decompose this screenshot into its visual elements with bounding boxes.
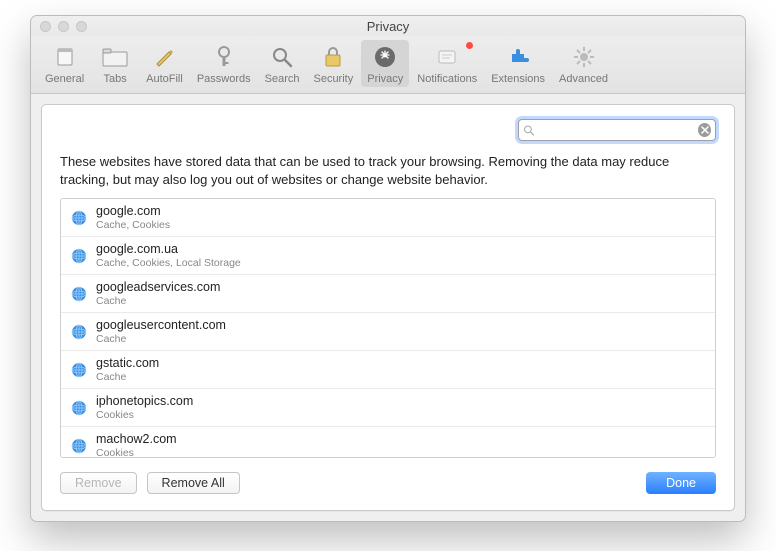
search-row bbox=[60, 119, 716, 141]
button-row: Remove Remove All Done bbox=[60, 472, 716, 494]
extensions-icon bbox=[504, 43, 532, 71]
notification-badge bbox=[466, 42, 473, 49]
general-icon bbox=[51, 43, 79, 71]
globe-icon bbox=[71, 438, 87, 454]
site-row[interactable]: google.com.ua Cache, Cookies, Local Stor… bbox=[61, 237, 715, 275]
site-row[interactable]: googleadservices.com Cache bbox=[61, 275, 715, 313]
tab-label: Notifications bbox=[417, 73, 477, 85]
site-detail: Cache, Cookies, Local Storage bbox=[96, 257, 241, 269]
site-search-field[interactable] bbox=[518, 119, 716, 141]
tab-label: Extensions bbox=[491, 73, 545, 85]
search-icon bbox=[523, 124, 535, 137]
clear-search-button[interactable] bbox=[698, 123, 711, 137]
clear-icon bbox=[701, 126, 709, 134]
remove-button[interactable]: Remove bbox=[60, 472, 137, 494]
site-detail: Cache bbox=[96, 295, 220, 307]
tab-security[interactable]: Security bbox=[307, 40, 359, 87]
tab-tabs[interactable]: Tabs bbox=[92, 40, 138, 87]
tab-label: General bbox=[45, 73, 84, 85]
done-button[interactable]: Done bbox=[646, 472, 716, 494]
tab-advanced[interactable]: Advanced bbox=[553, 40, 614, 87]
site-row[interactable]: google.com Cache, Cookies bbox=[61, 199, 715, 237]
globe-icon bbox=[71, 400, 87, 416]
tab-label: Tabs bbox=[104, 73, 127, 85]
site-domain: gstatic.com bbox=[96, 356, 159, 370]
tab-label: Advanced bbox=[559, 73, 608, 85]
site-domain: google.com bbox=[96, 204, 170, 218]
site-detail: Cache bbox=[96, 333, 226, 345]
site-domain: google.com.ua bbox=[96, 242, 241, 256]
site-row[interactable]: gstatic.com Cache bbox=[61, 351, 715, 389]
tab-notifications[interactable]: Notifications bbox=[411, 40, 483, 87]
globe-icon bbox=[71, 210, 87, 226]
window-title: Privacy bbox=[31, 19, 745, 34]
security-icon bbox=[319, 43, 347, 71]
site-domain: iphonetopics.com bbox=[96, 394, 193, 408]
site-detail: Cookies bbox=[96, 447, 177, 458]
autofill-icon bbox=[150, 43, 178, 71]
remove-all-button[interactable]: Remove All bbox=[147, 472, 240, 494]
tab-passwords[interactable]: Passwords bbox=[191, 40, 257, 87]
globe-icon bbox=[71, 286, 87, 302]
notifications-icon bbox=[433, 43, 461, 71]
tabs-icon bbox=[101, 43, 129, 71]
tab-label: Passwords bbox=[197, 73, 251, 85]
description-text: These websites have stored data that can… bbox=[60, 153, 716, 188]
tab-label: Security bbox=[313, 73, 353, 85]
preferences-toolbar: General Tabs AutoFill Passwords Search Securi… bbox=[31, 36, 745, 94]
tab-autofill[interactable]: AutoFill bbox=[140, 40, 189, 87]
site-detail: Cache, Cookies bbox=[96, 219, 170, 231]
tab-general[interactable]: General bbox=[39, 40, 90, 87]
tab-privacy[interactable]: Privacy bbox=[361, 40, 409, 87]
tab-label: AutoFill bbox=[146, 73, 183, 85]
site-domain: googleadservices.com bbox=[96, 280, 220, 294]
globe-icon bbox=[71, 248, 87, 264]
tab-label: Search bbox=[265, 73, 300, 85]
titlebar: Privacy bbox=[31, 16, 745, 36]
tab-extensions[interactable]: Extensions bbox=[485, 40, 551, 87]
globe-icon bbox=[71, 324, 87, 340]
tab-search[interactable]: Search bbox=[259, 40, 306, 87]
tab-label: Privacy bbox=[367, 73, 403, 85]
site-domain: googleusercontent.com bbox=[96, 318, 226, 332]
site-domain: machow2.com bbox=[96, 432, 177, 446]
privacy-preferences-window: Privacy General Tabs AutoFill Passwords Sear… bbox=[30, 15, 746, 522]
websites-list[interactable]: google.com Cache, Cookies google.com.ua … bbox=[60, 198, 716, 458]
site-row[interactable]: iphonetopics.com Cookies bbox=[61, 389, 715, 427]
search-icon bbox=[268, 43, 296, 71]
site-row[interactable]: machow2.com Cookies bbox=[61, 427, 715, 458]
advanced-icon bbox=[570, 43, 598, 71]
privacy-icon bbox=[371, 43, 399, 71]
site-detail: Cookies bbox=[96, 409, 193, 421]
globe-icon bbox=[71, 362, 87, 378]
site-search-input[interactable] bbox=[535, 123, 698, 137]
site-detail: Cache bbox=[96, 371, 159, 383]
passwords-icon bbox=[210, 43, 238, 71]
privacy-panel: These websites have stored data that can… bbox=[41, 104, 735, 511]
site-row[interactable]: googleusercontent.com Cache bbox=[61, 313, 715, 351]
